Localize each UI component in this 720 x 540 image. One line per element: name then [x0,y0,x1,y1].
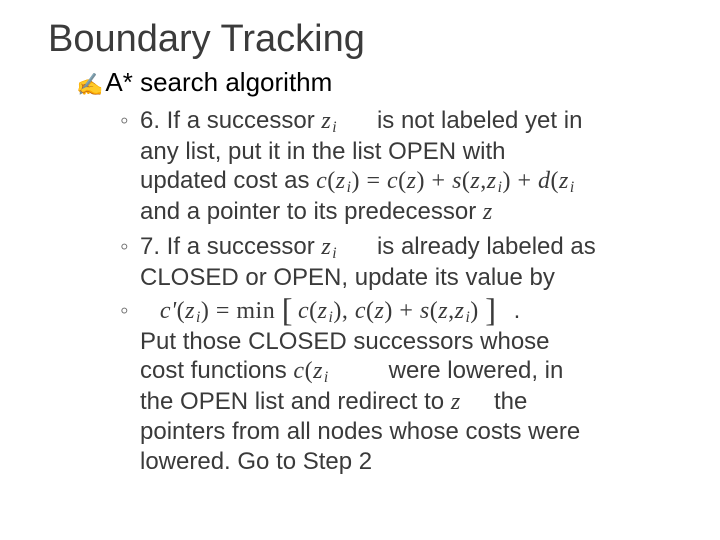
item-6-line2: any list, put it in the list OPEN with [140,138,505,165]
closing-2a: cost functions [140,357,287,384]
math-zi-1: zi [321,108,343,134]
hand-icon: ✍ [76,72,103,98]
closing-3a: the OPEN list and redirect to [140,388,444,415]
trailing-dot: . [514,297,525,324]
item-6-line3: updated cost as [140,167,309,194]
item-6-text-b: is not labeled yet in [377,107,582,134]
item-6: 6. If a successor zi is not labeled yet … [120,106,680,228]
bullet-list: 6. If a successor zi is not labeled yet … [120,106,680,476]
closing-1: Put those CLOSED successors whose [140,328,550,355]
item-7-text-b: is already labeled as [377,233,596,260]
closing-5: lowered. Go to Step 2 [140,448,372,475]
slide-title: Boundary Tracking [48,18,680,61]
math-czi: c(zi [293,358,335,384]
item-6-line4a: and a pointer to its predecessor [140,198,476,225]
cost-equation: c(zi) = c(z) + s(z,zi) + d(zi [316,168,575,194]
item-7: 7. If a successor zi is already labeled … [120,232,680,292]
closing-3b: the [494,388,527,415]
math-z-redirect: z [451,389,461,415]
subhead-text: A* search algorithm [105,67,332,98]
item-min-eq: c'(zi) = min [ c(zi), c(z) + s(z,zi) ] .… [120,296,680,476]
closing-2b: were lowered, in [389,357,564,384]
item-7-text-a: 7. If a successor [140,233,315,260]
math-z-pred: z [483,199,493,225]
slide: Boundary Tracking ✍ A* search algorithm … [0,0,720,540]
closing-4: pointers from all nodes whose costs were [140,418,580,445]
subhead-row: ✍ A* search algorithm [76,67,680,98]
item-6-text-a: 6. If a successor [140,107,315,134]
min-equation: c'(zi) = min [ c(zi), c(z) + s(z,zi) ] [153,298,501,324]
math-zi-2: zi [321,234,343,260]
item-7-line2: CLOSED or OPEN, update its value by [140,264,555,291]
